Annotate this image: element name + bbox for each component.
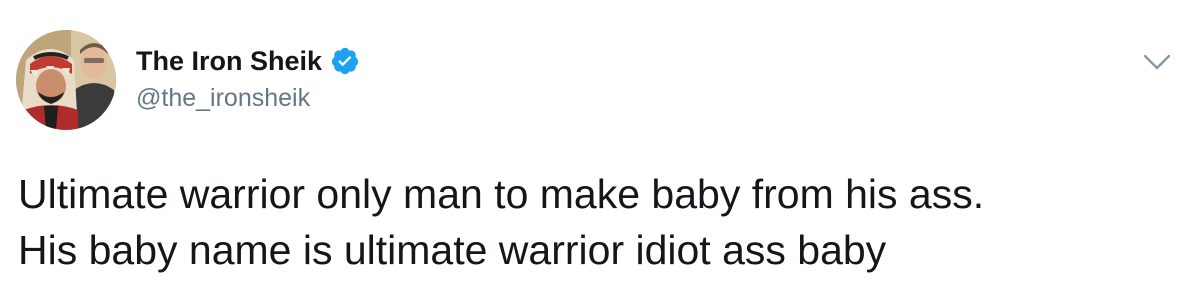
tweet-text: Ultimate warrior only man to make baby f… <box>18 166 1168 278</box>
avatar-photo <box>16 30 116 130</box>
chevron-down-icon[interactable] <box>1142 50 1172 74</box>
author-handle[interactable]: @the_ironsheik <box>136 84 310 113</box>
tweet-text-line: Ultimate warrior only man to make baby f… <box>18 171 985 217</box>
author-name-row[interactable]: The Iron Sheik <box>136 44 360 78</box>
tweet-card: The Iron Sheik @the_ironsheik Ultimate w… <box>0 0 1188 298</box>
author-avatar[interactable] <box>16 30 116 130</box>
tweet-text-line: His baby name is ultimate warrior idiot … <box>18 227 887 273</box>
verified-badge-icon <box>330 46 360 76</box>
author-display-name[interactable]: The Iron Sheik <box>136 46 322 77</box>
